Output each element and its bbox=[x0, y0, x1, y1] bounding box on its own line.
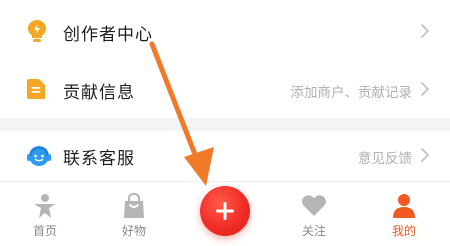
chevron-right-icon bbox=[420, 23, 430, 39]
menu-item-label: 联系客服 bbox=[63, 149, 135, 169]
menu-item-label: 创作者中心 bbox=[63, 25, 153, 45]
heart-icon bbox=[301, 193, 327, 221]
tab-label: 好物 bbox=[121, 224, 146, 238]
profile-icon bbox=[392, 193, 416, 223]
tab-home[interactable]: 首页 bbox=[10, 182, 80, 246]
tab-label: 关注 bbox=[301, 224, 326, 238]
tab-label: 首页 bbox=[32, 224, 57, 238]
menu-item-hint: 添加商户、贡献记录 bbox=[290, 85, 413, 101]
tab-follow[interactable]: 关注 bbox=[279, 182, 349, 246]
menu-item-contribution-info[interactable]: 贡献信息 添加商户、贡献记录 bbox=[0, 61, 450, 118]
lightbulb-icon bbox=[26, 19, 48, 42]
tab-label: 我的 bbox=[391, 224, 416, 238]
plus-icon bbox=[216, 202, 234, 220]
menu-item-hint: 意见反馈 bbox=[358, 151, 412, 167]
home-icon bbox=[32, 193, 58, 223]
create-post-button[interactable] bbox=[200, 186, 250, 236]
menu-item-label: 贡献信息 bbox=[63, 83, 135, 103]
menu-item-creator-center[interactable]: 创作者中心 bbox=[0, 0, 450, 61]
chevron-right-icon bbox=[420, 81, 430, 97]
document-icon bbox=[26, 78, 48, 100]
tab-goods[interactable]: 好物 bbox=[99, 182, 169, 246]
chevron-right-icon bbox=[420, 147, 430, 163]
tab-mine[interactable]: 我的 bbox=[369, 182, 439, 246]
menu-item-contact-support[interactable]: 联系客服 意见反馈 bbox=[0, 131, 450, 181]
headset-icon bbox=[26, 144, 51, 168]
shopping-bag-icon bbox=[122, 192, 146, 223]
